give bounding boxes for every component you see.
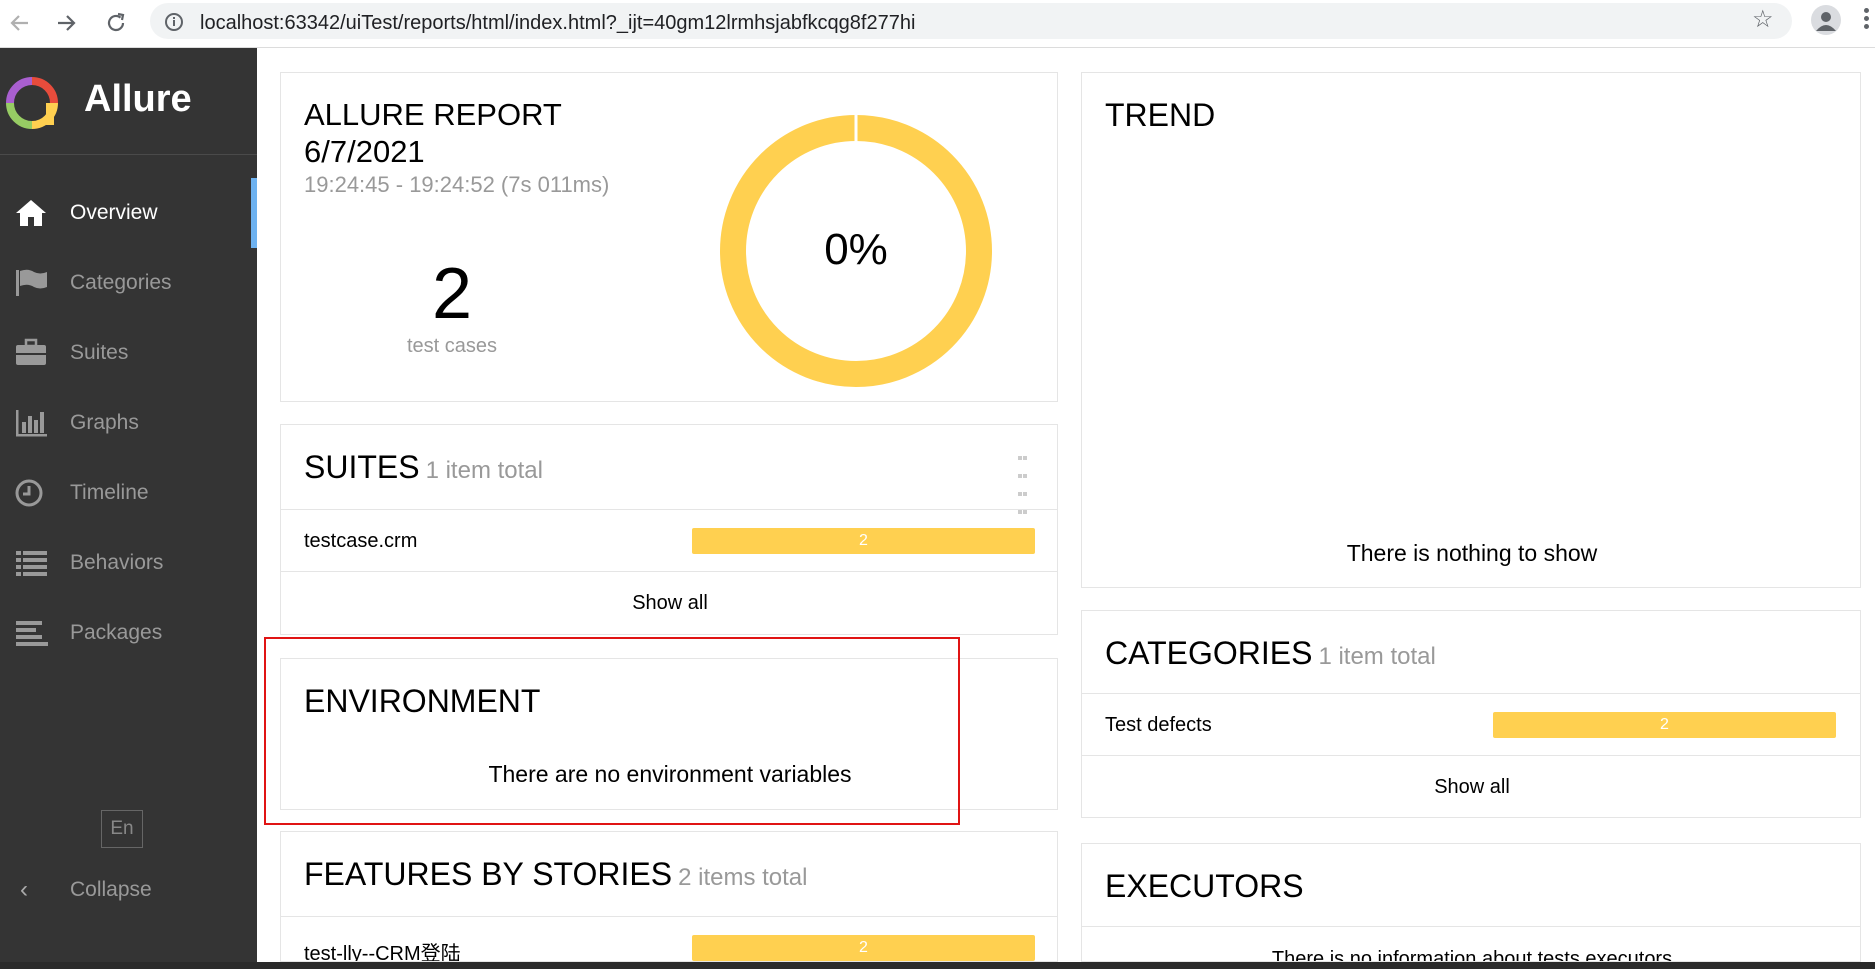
collapse-label: Collapse: [70, 878, 152, 901]
success-rate-percent: 0%: [824, 225, 888, 274]
sidebar-item-packages[interactable]: Packages: [0, 598, 257, 668]
suites-title-text: SUITES: [304, 449, 420, 485]
list-icon: [16, 551, 47, 576]
briefcase-icon: [16, 338, 46, 365]
taskbar: [0, 962, 1875, 969]
brand-name: Allure: [84, 78, 192, 120]
categories-title-text: CATEGORIES: [1105, 635, 1313, 671]
address-bar[interactable]: localhost:63342/uiTest/reports/html/inde…: [150, 3, 1792, 39]
environment-empty-message: There are no environment variables: [488, 761, 852, 787]
sidebar-item-label: Categories: [70, 271, 172, 294]
test-case-count: 2: [431, 254, 473, 334]
sidebar-item-label: Timeline: [70, 481, 149, 504]
reload-icon: [107, 12, 125, 32]
suite-name: testcase.crm: [304, 530, 418, 552]
features-title: FEATURES BY STORIES 2 items total: [304, 856, 807, 893]
person-icon: [1816, 12, 1836, 31]
executors-title: EXECUTORS: [1105, 868, 1304, 904]
arrow-right-icon: [58, 15, 76, 31]
sidebar-item-label: Graphs: [70, 411, 139, 434]
table-row[interactable]: test-lly--CRM登陆 2: [281, 916, 1057, 962]
executors-empty-message: There is no information about tests exec…: [1271, 948, 1673, 962]
sidebar-item-graphs[interactable]: Graphs: [0, 388, 257, 458]
sidebar-item-behaviors[interactable]: Behaviors: [0, 528, 257, 598]
suites-widget: SUITES 1 item total testcase.crm 2 Show a…: [280, 424, 1058, 635]
suites-show-all-link[interactable]: Show all: [281, 571, 1057, 633]
trend-widget: TREND There is nothing to show: [1081, 72, 1861, 588]
test-case-count-label: test cases: [406, 335, 498, 357]
suites-subtitle: 1 item total: [425, 457, 543, 484]
sidebar-item-timeline[interactable]: Timeline: [0, 458, 257, 528]
sidebar-item-overview[interactable]: Overview: [0, 178, 257, 248]
url-text[interactable]: localhost:63342/uiTest/reports/html/inde…: [200, 12, 915, 35]
bookmark-star-icon[interactable]: ☆: [1752, 5, 1774, 34]
sidebar-item-label: Packages: [70, 621, 163, 644]
report-time-range: 19:24:45 - 19:24:52 (7s 011ms): [304, 172, 610, 197]
bar-chart-icon: [16, 410, 47, 437]
environment-title: ENVIRONMENT: [304, 683, 541, 719]
flag-icon: [16, 269, 47, 296]
executors-widget: EXECUTORS There is no information about …: [1081, 843, 1861, 962]
categories-subtitle: 1 item total: [1318, 643, 1436, 670]
chevron-left-icon: ‹: [20, 876, 28, 903]
language-switch-button[interactable]: En: [101, 810, 143, 848]
info-icon[interactable]: [164, 12, 184, 32]
features-widget: FEATURES BY STORIES 2 items total test-ll…: [280, 831, 1058, 962]
trend-empty-message: There is nothing to show: [1346, 540, 1598, 566]
collapse-button[interactable]: ‹ Collapse: [0, 870, 257, 910]
report-title: ALLURE REPORT: [304, 97, 562, 132]
home-icon: [16, 200, 46, 226]
features-subtitle: 2 items total: [678, 864, 808, 891]
back-button[interactable]: [4, 7, 36, 39]
sidebar-item-categories[interactable]: Categories: [0, 248, 257, 318]
trend-title: TREND: [1105, 97, 1216, 133]
align-left-icon: [16, 621, 48, 646]
report-date: 6/7/2021: [304, 134, 425, 169]
categories-widget: CATEGORIES 1 item total Test defects 2 Sh…: [1081, 610, 1861, 818]
categories-show-all-link[interactable]: Show all: [1082, 755, 1860, 817]
forward-button[interactable]: [50, 7, 82, 39]
profile-avatar[interactable]: [1811, 5, 1841, 35]
sidebar-item-label: Behaviors: [70, 551, 164, 574]
table-row[interactable]: Test defects 2: [1082, 693, 1860, 755]
browser-toolbar: localhost:63342/uiTest/reports/html/inde…: [0, 0, 1875, 48]
sidebar-item-suites[interactable]: Suites: [0, 318, 257, 388]
summary-widget: ALLURE REPORT 6/7/2021 19:24:45 - 19:24:…: [280, 72, 1058, 402]
allure-logo-icon: [6, 77, 58, 129]
table-row[interactable]: testcase.crm 2: [281, 509, 1057, 571]
sidebar-item-label: Suites: [70, 341, 129, 364]
sidebar-item-label: Overview: [70, 201, 158, 224]
categories-title: CATEGORIES 1 item total: [1105, 635, 1436, 672]
feature-name: test-lly--CRM登陆: [304, 943, 461, 962]
status-bar: 2: [1493, 712, 1836, 738]
executors-divider: [1082, 926, 1860, 927]
clock-icon: [15, 479, 43, 507]
status-bar: 2: [692, 935, 1035, 961]
status-bar: 2: [692, 528, 1035, 554]
browser-menu-icon[interactable]: [1864, 8, 1875, 32]
donut-gap: [854, 114, 858, 144]
reload-button[interactable]: [100, 7, 132, 39]
brand[interactable]: Allure: [0, 48, 257, 155]
category-name: Test defects: [1105, 714, 1212, 736]
sidebar: Allure Overview Categories Suites Graphs…: [0, 48, 257, 969]
environment-widget: ENVIRONMENT There are no environment var…: [280, 658, 1058, 810]
suites-title: SUITES 1 item total: [304, 449, 543, 486]
features-title-text: FEATURES BY STORIES: [304, 856, 673, 892]
arrow-left-icon: [10, 15, 28, 31]
drag-handle-icon[interactable]: [1018, 449, 1030, 521]
